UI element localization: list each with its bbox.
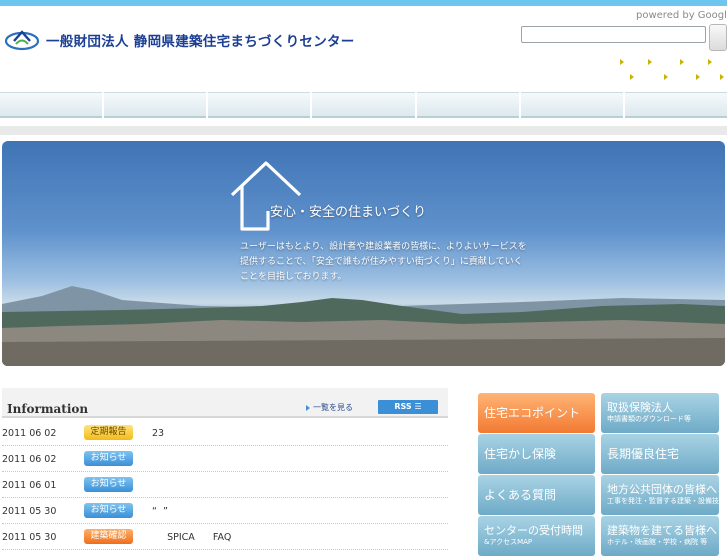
defect-insurance-banner[interactable]: 住宅かし保険 [478,434,595,474]
header-quick-links [620,59,727,89]
quick-link-arrow-icon[interactable] [696,74,700,80]
search-button[interactable] [709,24,727,51]
news-date: 2011 06 02 [2,454,57,465]
banner-title: 住宅かし保険 [484,447,557,461]
banner-title: 取扱保険法人 [607,401,673,414]
view-all-label: 一覧を見る [313,403,353,412]
view-all-link[interactable]: 一覧を見る [306,402,353,413]
rss-label: RSS [394,402,412,411]
quick-link-arrow-icon[interactable] [664,74,668,80]
hero-tagline: 安心・安全の住まいづくり [270,205,427,220]
information-panel: Information 一覧を見る RSS ☰ 2011 06 02 定期報告 … [2,388,448,550]
news-date: 2011 06 01 [2,480,57,491]
news-row[interactable]: 2011 06 01 お知らせ [2,472,448,498]
access-banner[interactable]: センターの受付時間 &アクセスMAP [478,516,595,556]
banner-subtitle: 工事を発注・監督する建築・設備技術者を支援します！ [607,497,719,505]
search-input[interactable] [521,26,706,43]
banner-title: 建築物を建てる皆様へ [607,524,717,537]
banner-title: よくある質問 [484,488,557,502]
nav-divider [0,126,727,135]
hero-description-line: ユーザーはもとより、設計者や建設業者の皆様に、よりよいサービスを [240,242,527,252]
nav-item-5[interactable] [416,92,519,118]
insurer-banner[interactable]: 取扱保険法人 申請書類のダウンロード等 [601,393,719,433]
news-row[interactable]: 2011 05 30 建築確認 SPICA FAQ [2,524,448,550]
news-row[interactable]: 2011 06 02 定期報告 23 [2,420,448,446]
rss-button[interactable]: RSS ☰ [378,400,438,414]
quick-link-arrow-icon[interactable] [708,59,712,65]
category-badge: お知らせ [84,477,133,492]
builders-banner[interactable]: 建築物を建てる皆様へ ホテル・映画館・学校・病院 等 [601,516,719,556]
news-title: 23 [152,428,165,439]
banner-title: 住宅エコポイント [484,406,581,420]
category-badge: 建築確認 [84,529,133,544]
nav-item-4[interactable] [312,92,415,118]
site-header: 一般財団法人 静岡県建築住宅まちづくりセンター powered by Googl… [0,6,727,90]
quick-link-arrow-icon[interactable] [630,74,634,80]
category-badge: お知らせ [84,503,133,518]
city-skyline-image [2,286,725,366]
long-life-housing-banner[interactable]: 長期優良住宅 [601,434,719,474]
banner-subtitle: ホテル・映画館・学校・病院 等 [607,538,708,546]
information-header: Information 一覧を見る RSS ☰ [2,388,448,418]
banner-title: 長期優良住宅 [607,447,680,461]
site-title: 一般財団法人 静岡県建築住宅まちづくりセンター [46,34,355,50]
rss-icon: ☰ [414,402,422,411]
news-row[interactable]: 2011 05 30 お知らせ “ ” [2,498,448,524]
news-date: 2011 05 30 [2,532,57,543]
hero-banner: 安心・安全の住まいづくり ユーザーはもとより、設計者や建設業者の皆様に、よりよい… [2,141,725,366]
arrow-right-icon [306,404,310,411]
news-date: 2011 06 02 [2,428,57,439]
powered-by-google: powered by Google [636,10,727,21]
eco-point-banner[interactable]: 住宅エコポイント [478,393,595,433]
hero-description-line: 提供することで、「安全で誰もが住みやすい街づくり」に貢献していく [240,257,523,267]
faq-banner[interactable]: よくある質問 [478,475,595,515]
nav-item-1[interactable] [0,92,103,118]
news-title: “ ” [152,506,168,517]
banner-subtitle: 申請書類のダウンロード等 [607,415,691,423]
news-date: 2011 05 30 [2,506,57,517]
foundation-logo-icon [4,28,40,52]
nav-item-7[interactable] [624,92,727,118]
news-list: 2011 06 02 定期報告 23 2011 06 02 お知らせ 2011 … [2,420,448,550]
banner-title: 地方公共団体の皆様へ [607,483,717,496]
global-nav [0,92,727,118]
category-badge: お知らせ [84,451,133,466]
nav-item-3[interactable] [208,92,311,118]
nav-item-2[interactable] [104,92,207,118]
news-title: SPICA FAQ [152,532,232,543]
quick-link-arrow-icon[interactable] [720,74,724,80]
quick-link-arrow-icon[interactable] [648,59,652,65]
quick-link-arrow-icon[interactable] [620,59,624,65]
category-badge: 定期報告 [84,425,133,440]
nav-item-6[interactable] [520,92,623,118]
information-title: Information [7,402,89,416]
house-outline-icon [230,161,302,231]
banner-title: センターの受付時間 [484,524,583,537]
news-row[interactable]: 2011 06 02 お知らせ [2,446,448,472]
quick-link-arrow-icon[interactable] [680,59,684,65]
banner-subtitle: &アクセスMAP [484,538,533,546]
site-logo[interactable]: 一般財団法人 静岡県建築住宅まちづくりセンター [4,28,355,52]
local-government-banner[interactable]: 地方公共団体の皆様へ 工事を発注・監督する建築・設備技術者を支援します！ [601,475,719,515]
